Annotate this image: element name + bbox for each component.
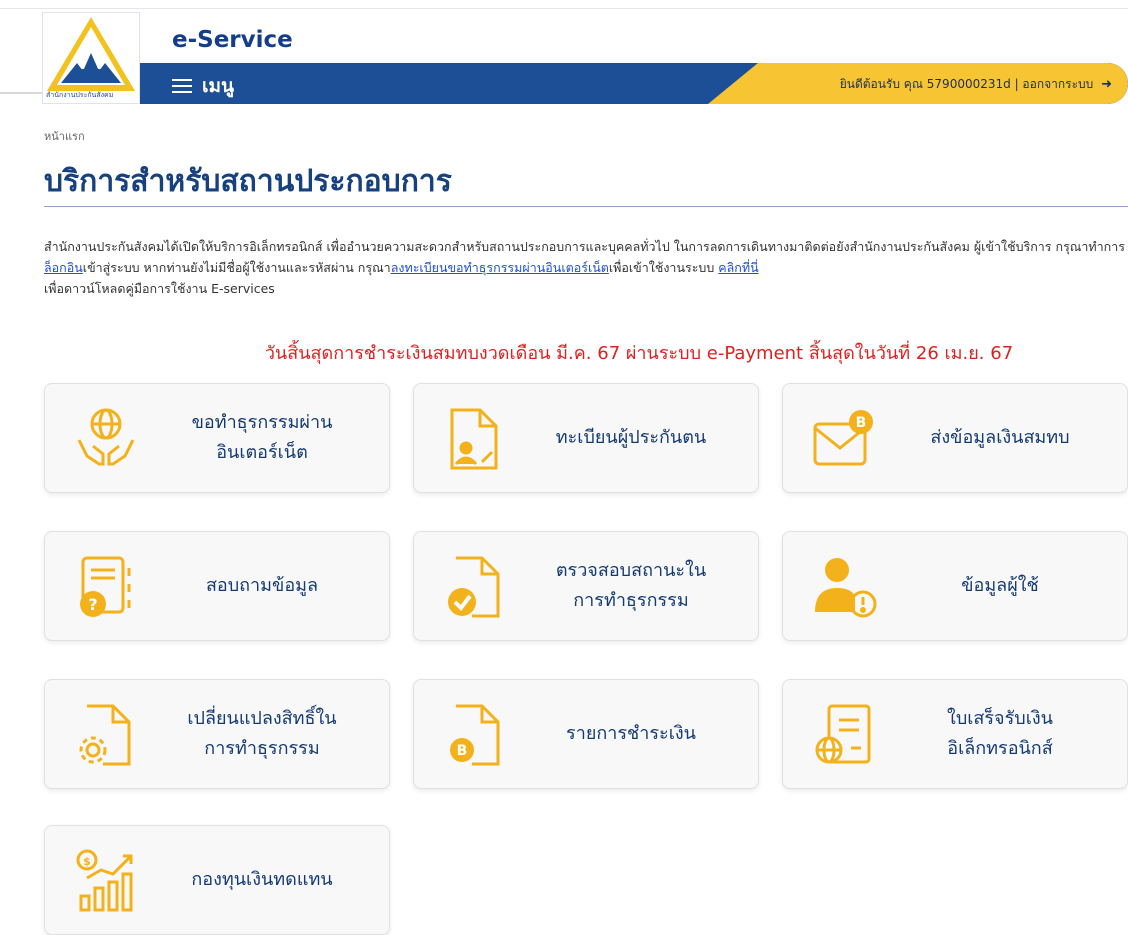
payment-deadline-notice: วันสิ้นสุดการชำระเงินสมทบงวดเดือน มี.ค. … [264, 343, 1014, 364]
card-compensation-fund[interactable]: $ กองทุนเงินทดแทน [44, 825, 390, 935]
receipt-globe-icon [815, 704, 871, 764]
svg-text:B: B [856, 415, 867, 431]
envelope-coin-icon: B [813, 410, 873, 466]
coin-growth-chart-icon: $ [76, 849, 133, 912]
top-navbar: เมนู ยินดีต้อนรับ คุณ 5790000231d | ออกจ… [140, 63, 1128, 104]
document-check-icon [448, 556, 500, 618]
card-e-receipt[interactable]: ใบเสร็จรับเงิน อิเล็กทรอนิกส์ [782, 679, 1128, 789]
card-user-info[interactable]: ข้อมูลผู้ใช้ [782, 531, 1128, 641]
document-user-edit-icon [450, 408, 498, 470]
hamburger-icon [172, 75, 192, 97]
svg-text:$: $ [83, 855, 91, 868]
svg-text:B: B [457, 743, 468, 759]
intro-text-3: เพื่อเข้าใช้งานระบบ [608, 260, 719, 275]
card-label: สอบถามข้อมูล [205, 575, 319, 596]
card-label: ใบเสร็จรับเงิน อิเล็กทรอนิกส์ [947, 708, 1053, 759]
title-divider [44, 206, 1128, 207]
page-title: บริการสำหรับสถานประกอบการ [44, 164, 452, 199]
notebook-question-icon: ? [80, 556, 131, 617]
intro-text-1: สำนักงานประกันสังคมได้เปิดให้บริการอิเล็… [44, 239, 1125, 254]
card-change-rights[interactable]: เปลี่ยนแปลงสิทธิ์ใน การทำธุรกรรม [44, 679, 390, 789]
intro-text-4: เพื่อดาวน์โหลดคู่มือการใช้งาน E-services [44, 281, 275, 296]
card-send-contribution[interactable]: B ส่งข้อมูลเงินสมทบ [782, 383, 1128, 493]
card-label: รายการชำระเงิน [566, 723, 696, 744]
card-label: กองทุนเงินทดแทน [191, 869, 333, 890]
logo-caption: สำนักงานประกันสังคม [46, 91, 114, 99]
user-info-icon [815, 558, 877, 618]
svg-text:?: ? [88, 595, 97, 614]
intro-paragraph: สำนักงานประกันสังคมได้เปิดให้บริการอิเล็… [44, 236, 1126, 299]
top-border [0, 8, 1128, 9]
card-label: เปลี่ยนแปลงสิทธิ์ใน การทำธุรกรรม [187, 708, 337, 759]
document-gear-icon [79, 704, 131, 766]
menu-button[interactable]: เมนู [172, 71, 234, 101]
logout-link[interactable]: ยินดีต้อนรับ คุณ 5790000231d | ออกจากระบ… [840, 75, 1112, 94]
card-label: ตรวจสอบสถานะใน การทำธุรกรรม [555, 560, 707, 611]
register-link[interactable]: ลงทะเบียนขอทำธุรกรรมผ่านอินเตอร์เน็ต [391, 260, 609, 275]
card-label: ส่งข้อมูลเงินสมทบ [930, 427, 1070, 448]
welcome-text: ยินดีต้อนรับ คุณ 5790000231d | ออกจากระบ… [839, 77, 1094, 91]
card-label: ทะเบียนผู้ประกันตน [555, 427, 707, 448]
menu-label: เมนู [202, 75, 235, 97]
login-link[interactable]: ล็อกอิน [44, 260, 83, 275]
welcome-bar: ยินดีต้อนรับ คุณ 5790000231d | ออกจากระบ… [708, 63, 1128, 104]
document-coin-icon: B [450, 704, 500, 766]
intro-text-2: เข้าสู่ระบบ หากท่านยังไม่มีชื่อผู้ใช้งาน… [82, 260, 391, 275]
logout-icon: ➜ [1101, 77, 1112, 92]
card-check-status[interactable]: ตรวจสอบสถานะใน การทำธุรกรรม [413, 531, 759, 641]
card-internet-transaction[interactable]: ขอทำธุรกรรมผ่าน อินเตอร์เน็ต [44, 383, 390, 493]
card-label: ข้อมูลผู้ใช้ [961, 575, 1039, 596]
card-inquiry[interactable]: ? สอบถามข้อมูล [44, 531, 390, 641]
card-payment-list[interactable]: B รายการชำระเงิน [413, 679, 759, 789]
breadcrumb[interactable]: หน้าแรก [44, 127, 85, 145]
card-insured-registration[interactable]: ทะเบียนผู้ประกันตน [413, 383, 759, 493]
brand-title: e-Service [172, 27, 293, 53]
download-manual-link[interactable]: คลิกที่นี่ [718, 260, 758, 275]
sso-logo[interactable]: สำนักงานประกันสังคม [42, 12, 140, 104]
globe-hands-icon [77, 408, 135, 466]
card-label: ขอทำธุรกรรมผ่าน อินเตอร์เน็ต [191, 412, 333, 463]
